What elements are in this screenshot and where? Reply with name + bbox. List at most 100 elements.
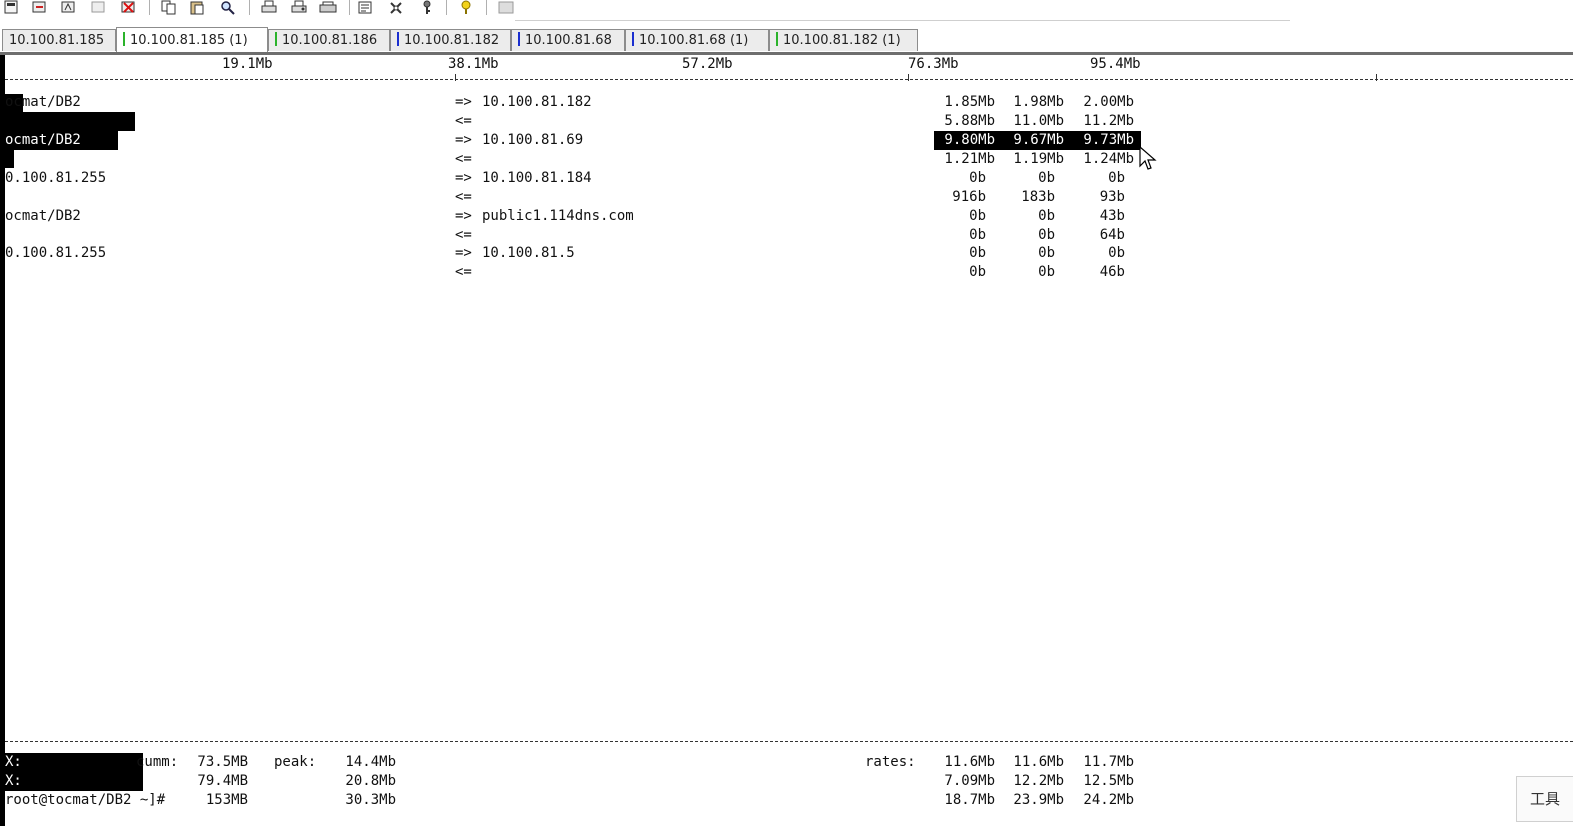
- tx-label: X:: [5, 754, 22, 770]
- rate-10s: 0b: [1038, 170, 1055, 186]
- source-host: 0.100.81.255: [5, 170, 107, 186]
- tab-label: 10.100.81.186: [282, 33, 378, 48]
- rate-40s: 24.2Mb: [1083, 792, 1134, 808]
- scale-tick: [1376, 74, 1377, 81]
- rate-40s: 9.73Mb: [1083, 132, 1134, 148]
- rate-2s: 0b: [969, 245, 986, 261]
- scale-tick: [908, 74, 909, 81]
- dest-host: 10.100.81.69: [482, 132, 584, 148]
- key-icon[interactable]: [418, 0, 436, 15]
- rate-2s: 0b: [969, 227, 986, 243]
- help-icon[interactable]: [457, 0, 475, 15]
- rate-40s: 46b: [1099, 264, 1125, 280]
- footer-rule: [5, 741, 1573, 742]
- scale-label: 38.1Mb: [448, 56, 499, 72]
- tab-session-7[interactable]: 10.100.81.182 (1): [769, 29, 918, 51]
- tab-status-mark: [123, 32, 125, 46]
- rate-10s: 0b: [1038, 208, 1055, 224]
- rate-40s: 64b: [1099, 227, 1125, 243]
- rate-2s: 0b: [969, 208, 986, 224]
- outbound-arrow: =>: [455, 170, 472, 186]
- rate-10s: 11.0Mb: [1013, 113, 1064, 129]
- session-tab-bar: 10.100.81.185 10.100.81.185 (1) 10.100.8…: [0, 27, 1573, 53]
- rate-40s: 0b: [1108, 170, 1125, 186]
- tab-label: 10.100.81.182: [404, 33, 500, 48]
- toolbar: [0, 0, 1573, 21]
- find-icon[interactable]: [219, 0, 237, 15]
- rate-10s: 9.67Mb: [1013, 132, 1064, 148]
- tools-icon[interactable]: [388, 0, 406, 15]
- rate-40s: 43b: [1099, 208, 1125, 224]
- rate-40s: 11.2Mb: [1083, 113, 1134, 129]
- source-host: ocmat/DB2: [5, 132, 81, 148]
- disconnect-icon[interactable]: [90, 0, 108, 15]
- total-cumulative: 153MB: [205, 792, 248, 808]
- rate-2s: 1.85Mb: [944, 94, 995, 110]
- outbound-arrow: =>: [455, 208, 472, 224]
- outbound-arrow: =>: [455, 245, 472, 261]
- rate-2s: 916b: [952, 189, 986, 205]
- tab-status-mark: [518, 32, 520, 46]
- redaction-block: [0, 150, 14, 168]
- copy-icon[interactable]: [160, 0, 178, 15]
- tab-session-1[interactable]: 10.100.81.185: [2, 29, 116, 51]
- rate-10s: 0b: [1038, 227, 1055, 243]
- rate-10s: 1.98Mb: [1013, 94, 1064, 110]
- tools-side-button[interactable]: 工具: [1516, 776, 1573, 822]
- tx-cumulative: 73.5MB: [197, 754, 248, 770]
- rate-2s: 11.6Mb: [944, 754, 995, 770]
- tab-session-6[interactable]: 10.100.81.68 (1): [625, 29, 769, 51]
- rate-2s: 9.80Mb: [944, 132, 995, 148]
- rate-2s: 0b: [969, 170, 986, 186]
- peak-label: peak:: [274, 754, 317, 770]
- rate-40s: 1.24Mb: [1083, 151, 1134, 167]
- rate-10s: 12.2Mb: [1013, 773, 1064, 789]
- tab-label: 10.100.81.68 (1): [639, 33, 749, 48]
- rate-2s: 18.7Mb: [944, 792, 995, 808]
- rate-2s: 0b: [969, 264, 986, 280]
- printer-icon[interactable]: [319, 0, 337, 15]
- tab-status-mark: [632, 32, 634, 46]
- terminal-area[interactable]: [0, 55, 1573, 826]
- dest-host: 10.100.81.5: [482, 245, 575, 261]
- rx-label: X:: [5, 773, 22, 789]
- tab-label: 10.100.81.185 (1): [130, 33, 248, 48]
- scale-label: 57.2Mb: [682, 56, 733, 72]
- dest-host: 10.100.81.182: [482, 94, 592, 110]
- scale-tick: [455, 74, 456, 81]
- rate-40s: 11.7Mb: [1083, 754, 1134, 770]
- mouse-pointer-icon: [1139, 146, 1157, 170]
- tab-label: 10.100.81.68: [525, 33, 612, 48]
- inbound-arrow: <=: [455, 227, 472, 243]
- rate-40s: 0b: [1108, 245, 1125, 261]
- close-session-icon[interactable]: [120, 0, 138, 15]
- shell-prompt[interactable]: root@tocmat/DB2 ~]#: [5, 791, 165, 809]
- inbound-arrow: <=: [455, 113, 472, 129]
- reconnect-icon[interactable]: [60, 0, 78, 15]
- screen-icon[interactable]: [497, 0, 515, 15]
- tab-session-3[interactable]: 10.100.81.186: [268, 29, 390, 51]
- inbound-arrow: <=: [455, 151, 472, 167]
- print-icon[interactable]: [260, 0, 278, 15]
- rate-40s: 2.00Mb: [1083, 94, 1134, 110]
- properties-icon[interactable]: [357, 0, 375, 15]
- paste-icon[interactable]: [189, 0, 207, 15]
- print-setup-icon[interactable]: [290, 0, 308, 15]
- tab-status-mark: [275, 32, 277, 46]
- source-host: ocmat/DB2: [5, 208, 81, 224]
- connect-icon[interactable]: [31, 0, 49, 15]
- outbound-arrow: =>: [455, 132, 472, 148]
- rate-10s: 11.6Mb: [1013, 754, 1064, 770]
- rate-10s: 1.19Mb: [1013, 151, 1064, 167]
- tx-peak: 14.4Mb: [345, 754, 396, 770]
- rate-10s: 0b: [1038, 245, 1055, 261]
- tab-label: 10.100.81.182 (1): [783, 33, 901, 48]
- cumm-label: cumm:: [136, 754, 179, 770]
- new-session-icon[interactable]: [3, 0, 21, 15]
- tab-session-2[interactable]: 10.100.81.185 (1): [116, 27, 268, 52]
- source-host: ocmat/DB2: [5, 94, 81, 110]
- rx-peak: 20.8Mb: [345, 773, 396, 789]
- tab-session-4[interactable]: 10.100.81.182: [390, 29, 511, 51]
- tab-session-5[interactable]: 10.100.81.68: [511, 29, 625, 51]
- scale-label: 19.1Mb: [222, 56, 273, 72]
